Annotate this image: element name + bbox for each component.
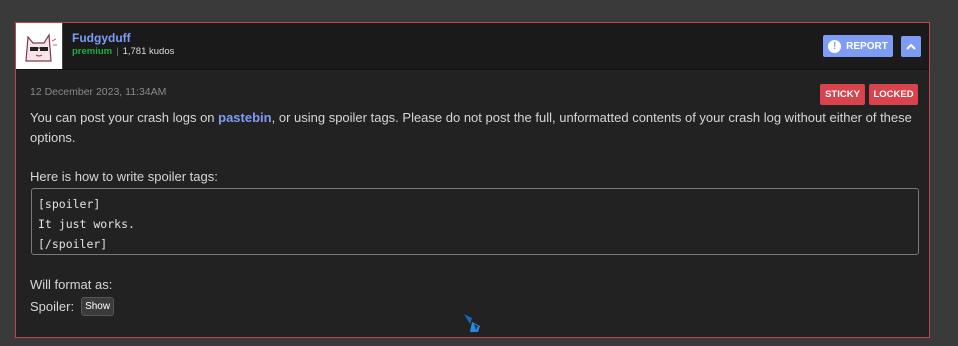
post-body-intro: You can post your crash logs on pastebin…	[30, 108, 920, 148]
spoiler-row: Spoiler: Show	[30, 297, 115, 316]
exclamation-icon: !	[828, 39, 842, 53]
report-label: REPORT	[846, 40, 888, 52]
forum-post: Fudgyduff premium | 1,781 kudos ! REPORT 1…	[15, 22, 930, 338]
chevron-up-icon	[906, 43, 916, 50]
report-button[interactable]: ! REPORT	[823, 35, 893, 57]
code-block: [spoiler] It just works. [/spoiler]	[31, 188, 919, 255]
will-format-text: Will format as:	[30, 277, 113, 292]
post-header: Fudgyduff premium | 1,781 kudos ! REPORT	[16, 23, 929, 70]
spoiler-show-button[interactable]: Show	[81, 297, 115, 316]
mouse-cursor-icon	[462, 312, 484, 341]
author-kudos: 1,781 kudos	[122, 46, 175, 57]
code-line: It just works.	[38, 217, 135, 231]
spoiler-label: Spoiler:	[30, 299, 75, 314]
author-rank: premium	[72, 46, 113, 57]
author-avatar[interactable]	[16, 23, 63, 69]
intro-text-before: You can post your crash logs on	[30, 110, 219, 125]
code-line: [spoiler]	[38, 197, 101, 211]
locked-badge: LOCKED	[869, 84, 918, 105]
cat-avatar-icon	[16, 23, 62, 69]
code-line: [/spoiler]	[38, 237, 108, 251]
pastebin-link[interactable]: pastebin	[218, 110, 271, 125]
post-timestamp: 12 December 2023, 11:34AM	[30, 86, 167, 98]
collapse-button[interactable]	[901, 36, 921, 57]
meta-separator: |	[116, 46, 119, 57]
howto-text: Here is how to write spoiler tags:	[30, 169, 218, 184]
author-meta: premium | 1,781 kudos	[72, 46, 174, 57]
author-username[interactable]: Fudgyduff	[72, 31, 131, 45]
sticky-badge: STICKY	[820, 84, 865, 105]
